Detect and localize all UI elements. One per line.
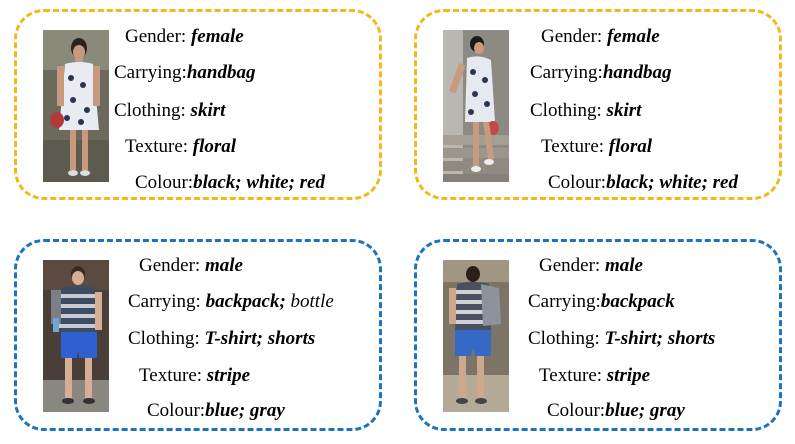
attr-texture: Texture: floral [541,136,653,157]
attr-colour: Colour:black; white; red [135,172,325,193]
attr-gender: Gender: female [541,26,660,47]
attr-colour: Colour:blue; gray [147,400,285,421]
attribute-card-3: Gender: male Carrying: backpack; bottle … [14,239,382,431]
attr-colour: Colour:blue; gray [547,400,685,421]
pedestrian-photo [443,30,509,182]
attr-gender: Gender: female [125,26,244,47]
attribute-card-4: Gender: male Carrying:backpack Clothing:… [414,239,782,431]
attr-carrying: Carrying: backpack; bottle [128,291,334,312]
pedestrian-photo [43,30,109,182]
attr-clothing: Clothing: skirt [114,100,226,121]
attr-texture: Texture: floral [125,136,237,157]
attr-texture: Texture: stripe [539,365,651,386]
attr-carrying: Carrying:handbag [114,62,256,83]
attr-clothing: Clothing: T-shirt; shorts [528,328,716,349]
pedestrian-photo [43,260,109,412]
attribute-card-2: Gender: female Carrying:handbag Clothing… [414,9,782,200]
attr-colour: Colour:black; white; red [548,172,738,193]
attr-clothing: Clothing: T-shirt; shorts [128,328,316,349]
attr-gender: Gender: male [539,255,643,276]
pedestrian-photo [443,260,509,412]
attr-gender: Gender: male [139,255,243,276]
attr-carrying: Carrying:backpack [528,291,675,312]
attribute-card-1: Gender: female Carrying:handbag Clothing… [14,9,382,200]
attr-clothing: Clothing: skirt [530,100,642,121]
attr-texture: Texture: stripe [139,365,251,386]
attr-carrying: Carrying:handbag [530,62,672,83]
